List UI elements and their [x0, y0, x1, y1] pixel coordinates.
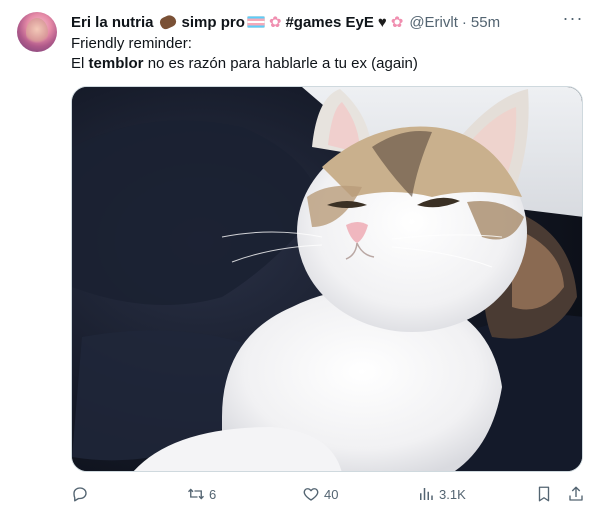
like-button[interactable]: 40: [302, 484, 338, 504]
tweet-text-post: no es razón para hablarle a tu ex (again…: [143, 55, 418, 72]
tweet-text-pre: El: [71, 55, 89, 72]
separator-dot: ·: [461, 13, 467, 31]
reply-icon: [73, 487, 87, 502]
tweet-image[interactable]: [71, 86, 583, 472]
tweet-text-line-2: El temblor no es razón para hablarle a t…: [71, 54, 418, 74]
author-handle[interactable]: @Erivlt: [409, 14, 458, 31]
views-icon: [420, 488, 433, 500]
cat-photo: [72, 87, 582, 471]
tweet-header: Eri la nutria simp pro ✿ #games EyE ♥ ✿ …: [71, 12, 500, 32]
share-button[interactable]: [567, 484, 585, 504]
views-count: 3.1K: [439, 486, 466, 502]
action-bar: 6 40 3.1K: [71, 484, 587, 504]
black-heart-emoji-icon: ♥: [377, 13, 387, 31]
otter-emoji-icon: [157, 13, 178, 31]
author-name-suffix[interactable]: simp pro: [182, 14, 245, 31]
avatar[interactable]: [17, 12, 57, 52]
retweet-button[interactable]: 6: [187, 484, 216, 504]
retweet-count: 6: [209, 486, 217, 502]
tweet-time[interactable]: 55m: [471, 14, 500, 31]
flower-emoji-icon: ✿: [268, 14, 282, 31]
tweet-text-bold: temblor: [88, 55, 144, 72]
like-count: 40: [324, 486, 339, 502]
bookmark-icon: [538, 486, 550, 502]
reply-button[interactable]: [71, 484, 93, 504]
more-icon[interactable]: ···: [562, 9, 584, 32]
tweet-text: Friendly reminder: El temblor no es razó…: [71, 34, 418, 74]
bookmark-button[interactable]: [535, 484, 553, 504]
share-icon: [569, 486, 583, 501]
tweet-text-line-1: Friendly reminder:: [71, 35, 192, 52]
author-hashtag[interactable]: #games EyE: [285, 14, 373, 31]
views-button[interactable]: 3.1K: [417, 484, 466, 504]
trans-flag-emoji-icon: [246, 16, 265, 28]
like-icon: [303, 488, 319, 501]
retweet-icon: [188, 488, 204, 500]
tweet: Eri la nutria simp pro ✿ #games EyE ♥ ✿ …: [0, 0, 601, 513]
flower-emoji-icon: ✿: [390, 14, 404, 31]
author-name[interactable]: Eri la nutria: [71, 14, 154, 31]
